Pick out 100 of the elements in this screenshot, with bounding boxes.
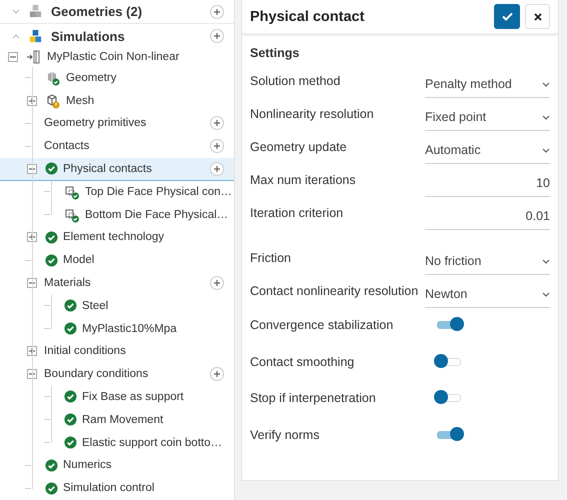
collapse-button[interactable] [27,369,37,380]
field-label: Max num iterations [250,172,357,186]
section-title: Geometries (2) [51,4,144,19]
contact-face-icon [64,206,80,223]
tree-item[interactable]: Element technology [0,226,234,250]
tree-item-label: Top Die Face Physical con… [85,186,232,198]
tree-item-label: Numerics [63,459,113,472]
tree-item[interactable]: Geometry [0,66,234,90]
collapse-button[interactable] [27,278,37,288]
tree-item[interactable]: Mesh [0,90,234,112]
tree-item[interactable]: Ram Movement [0,408,234,432]
tree-item-label: Boundary conditions [44,368,150,380]
expand-button[interactable] [27,96,37,106]
check-circle-icon [64,390,77,404]
tree-item-label: MyPlastic10%Mpa [82,322,178,335]
tree-item-label: Contacts [44,140,90,152]
field-label: Stop if interpenetration [250,391,377,406]
add-button[interactable] [210,4,224,18]
tree-item-label: Mesh [66,94,96,107]
contact-face-icon [64,184,80,200]
check-circle-icon [45,230,58,244]
plus-icon [29,98,35,104]
tree-item-label: Bottom Die Face Physical… [85,208,228,221]
dropdown[interactable]: Newton [425,282,550,308]
tree-item[interactable]: Fix Base as support [0,386,234,409]
check-circle-icon [45,162,58,176]
tree-item[interactable]: Materials [0,272,234,295]
dropdown[interactable]: Fixed point [425,104,550,130]
add-button[interactable] [210,367,224,382]
chevron-down-icon [542,114,550,120]
close-icon [534,12,542,20]
minus-icon [29,166,35,172]
tree-item-label: Fix Base as support [82,390,185,403]
collapse-button[interactable] [27,164,37,174]
chevron-down-icon [542,258,550,264]
expand-button[interactable] [27,232,37,242]
check-circle-icon [45,458,58,472]
tree-item-label: Ram Movement [82,414,164,426]
add-button[interactable] [210,276,224,290]
checkmark-icon [502,12,512,21]
panel-title: Physical contact [250,8,366,24]
field-label: Contact smoothing [250,354,356,369]
collapse-button[interactable] [8,52,18,62]
tree-item[interactable]: Boundary conditions [0,363,234,386]
field-label: Solution method [250,74,342,88]
check-circle-icon [64,299,77,312]
field-label: Iteration criterion [250,206,344,220]
tree-item-label: Model [63,254,96,266]
field-label: Nonlinearity resolution [250,106,375,120]
add-button[interactable] [210,116,224,130]
tree-item-label: Materials [44,276,92,289]
tree-item-label: Physical contacts [63,162,153,175]
check-circle-icon [64,436,77,449]
plus-icon [213,8,221,16]
tree-item[interactable]: Model [0,249,234,272]
arrow-document-icon [26,49,42,66]
check-circle-icon [64,413,77,426]
plus-icon [29,234,35,240]
tree-item[interactable]: Physical contacts [0,158,234,181]
chevron-down-icon [542,82,550,86]
chevron-down-icon [542,148,550,152]
tree-item[interactable]: MyPlastic Coin Non-linear [0,48,234,67]
tree-item[interactable]: MyPlastic10%Mpa [0,318,234,340]
add-button[interactable] [210,29,224,44]
section-title: Simulations [51,28,126,44]
tree-item[interactable]: Elastic support coin botto… [0,432,234,454]
tree-item-label: Geometry primitives [44,117,148,130]
plus-icon [213,119,221,128]
section-title: Settings [249,45,300,62]
minus-icon [10,54,16,60]
dropdown[interactable]: Automatic [425,138,550,164]
add-button[interactable] [210,162,224,176]
tree-item[interactable]: Contacts [0,135,234,158]
tree-item-label: Geometry [66,72,118,84]
close-button[interactable] [525,4,550,29]
dropdown[interactable]: No friction [425,248,550,274]
tree-item[interactable]: Numerics [0,454,234,478]
check-circle-icon [45,254,58,267]
tree-item-label: MyPlastic Coin Non-linear [47,51,180,64]
expand-button[interactable] [27,346,37,356]
tree-item[interactable]: Steel [0,294,234,318]
field-label: Verify norms [250,428,320,442]
plus-icon [213,370,221,378]
tree-item[interactable]: Simulation control [0,477,234,500]
plus-icon [213,164,221,173]
plus-icon [213,32,221,40]
add-button[interactable] [210,139,224,154]
chevron-down-icon [542,292,550,296]
tree-item-label: Initial conditions [44,345,127,358]
field-label: Friction [250,250,292,264]
tree-item[interactable]: Top Die Face Physical con… [0,180,234,204]
plus-icon [29,348,35,354]
tree-item-label: Element technology [63,231,166,244]
cubes-icon [28,28,43,44]
tree-item[interactable]: Bottom Die Face Physical… [0,204,234,226]
tree-item[interactable]: Geometry primitives [0,112,234,136]
tree-item[interactable]: Initial conditions [0,340,234,364]
tree-item-label: Steel [82,300,110,312]
confirm-button[interactable] [494,4,520,29]
dropdown[interactable]: Penalty method [425,72,550,98]
